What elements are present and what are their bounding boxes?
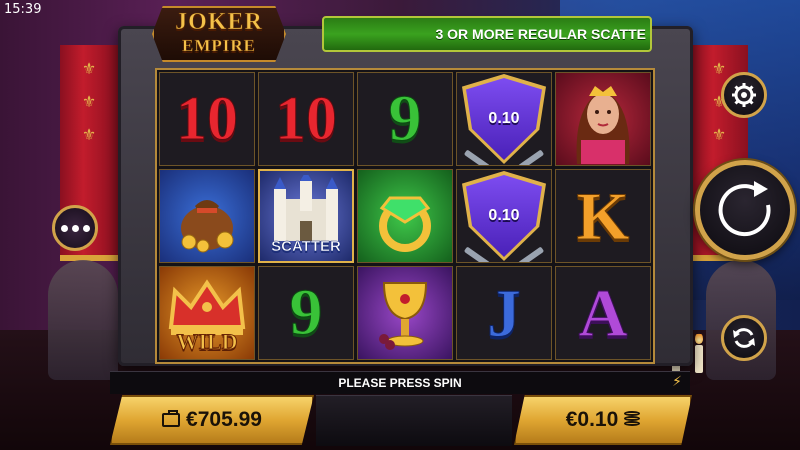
balance-display[interactable]: €705.99 [110,395,314,445]
reel-4-row-1: 0.10 [456,72,552,166]
info-ticker: 3 OR MORE REGULAR SCATTE [322,16,652,52]
reel-5-row-2: K [555,169,651,263]
gear-icon [732,83,756,107]
status-clock: 15:39 [4,2,42,17]
balance-value: €705.99 [186,408,262,431]
reel-1-row-3: WILD [159,266,255,360]
reel-3-row-2 [357,169,453,263]
reel-1-row-2 [159,169,255,263]
reel-5-row-1 [555,72,651,166]
spin-arrow-icon [718,181,771,237]
more-options-button[interactable] [52,205,98,251]
coins-icon [624,411,641,429]
symbol-k: K [576,177,630,254]
spin-button[interactable] [695,160,795,260]
golden-chalice-icon [379,282,428,350]
more-dots-icon [59,224,92,232]
game-logo: JOKER EMPIRE [152,6,286,62]
reel-2-row-1: 10 [258,72,354,166]
castle-icon [274,175,338,241]
candle [695,345,703,373]
reel-2-row-2: SCATTER [258,169,354,263]
message-bar: PLEASE PRESS SPIN ⚡ [110,371,690,394]
symbol-ten: 10 [275,84,338,153]
reel-5-row-3: A [555,266,651,360]
reel-grid: 10 WILD 10 SCATTER 9 9 0.10 0.10 J K A [155,68,655,364]
bottom-center-plate [316,395,512,446]
reel-4-row-3: J [456,266,552,360]
lightning-icon[interactable]: ⚡ [672,374,682,390]
reel-3-row-3 [357,266,453,360]
left-lion-statue [48,260,118,380]
reel-3-row-1: 9 [357,72,453,166]
wild-label: WILD [176,329,238,355]
symbol-j: J [487,274,522,351]
reel-2-row-3: 9 [258,266,354,360]
symbol-nine: 9 [289,276,323,350]
symbol-a: A [578,274,628,351]
autoplay-button[interactable] [721,315,767,361]
shield-value: 0.10 [488,207,520,224]
princess-icon [576,86,630,164]
symbol-nine: 9 [388,82,422,156]
candle-flame [695,332,703,344]
message-text: PLEASE PRESS SPIN [338,376,462,390]
settings-button[interactable] [721,72,767,118]
emerald-ring-icon [379,196,431,252]
money-bag-icon [181,200,234,253]
reel-4-row-2: 0.10 [456,169,552,263]
wallet-icon [162,410,181,427]
ticker-text: 3 OR MORE REGULAR SCATTE [435,26,646,42]
reel-1-row-1: 10 [159,72,255,166]
logo-line-1: JOKER [175,9,263,36]
symbol-ten: 10 [176,84,239,153]
autoplay-icon [733,328,755,348]
scatter-label: SCATTER [271,238,341,256]
bet-value: €0.10 [565,408,619,431]
logo-line-2: EMPIRE [182,36,256,55]
coin-shield-icon: 0.10 [466,175,542,257]
coin-shield-icon: 0.10 [466,78,542,160]
bet-selector[interactable]: €0.10 [514,395,692,445]
shield-value: 0.10 [488,110,520,127]
